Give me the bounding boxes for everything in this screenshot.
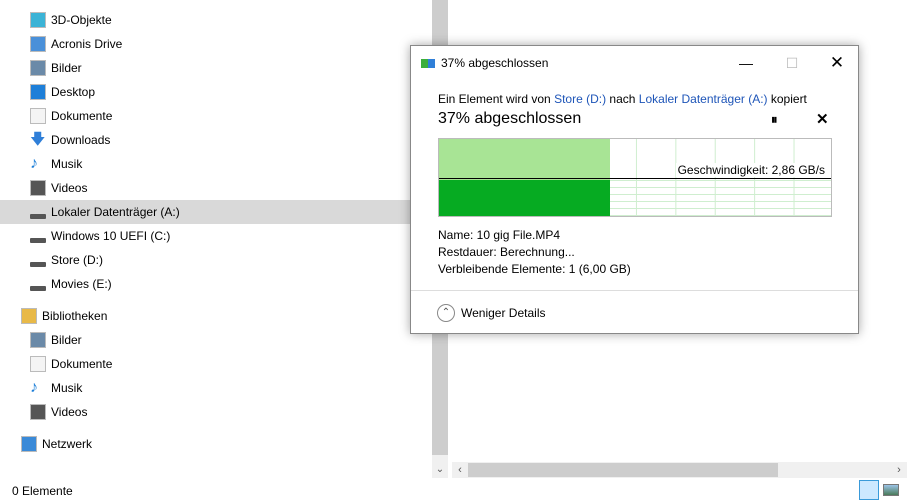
- less-details-button[interactable]: ⌃ Weniger Details: [437, 304, 545, 322]
- description-text: kopiert: [770, 92, 807, 106]
- nav-item-label: Bilder: [51, 61, 82, 75]
- nav-item-label: Musik: [51, 381, 83, 395]
- nav-item[interactable]: Videos: [0, 176, 432, 200]
- drive-icon: [30, 261, 46, 267]
- copy-icon: [421, 58, 435, 68]
- speed-line: [439, 178, 831, 179]
- nav-item[interactable]: Videos: [0, 400, 432, 424]
- maximize-button[interactable]: ☐: [769, 46, 815, 80]
- time-remaining: Restdauer: Berechnung...: [438, 245, 575, 259]
- nav-item[interactable]: Netzwerk: [0, 432, 432, 456]
- nav-item-label: 3D-Objekte: [51, 13, 112, 27]
- cloud-drive-icon: [30, 36, 46, 52]
- horizontal-scroll-thumb[interactable]: [468, 463, 778, 477]
- pictures-icon: [30, 332, 46, 348]
- nav-item[interactable]: Bilder: [0, 328, 432, 352]
- nav-item[interactable]: 3D-Objekte: [0, 8, 432, 32]
- videos-icon: [30, 404, 46, 420]
- nav-item[interactable]: Bilder: [0, 56, 432, 80]
- horizontal-scrollbar[interactable]: ‹ ›: [452, 462, 907, 478]
- nav-item[interactable]: ♪ Musik: [0, 152, 432, 176]
- cancel-copy-button[interactable]: ✕: [816, 110, 829, 128]
- copy-description: Ein Element wird von Store (D:) nach Lok…: [438, 92, 807, 106]
- nav-item-label: Dokumente: [51, 109, 113, 123]
- documents-icon: [30, 108, 46, 124]
- large-icons-view-icon[interactable]: [883, 484, 899, 496]
- nav-item[interactable]: ♪ Musik: [0, 376, 432, 400]
- drive-icon: [30, 285, 46, 291]
- nav-item[interactable]: Dokumente: [0, 352, 432, 376]
- nav-item-label: Videos: [51, 405, 88, 419]
- nav-item-label: Dokumente: [51, 357, 113, 371]
- nav-item-label: Netzwerk: [42, 437, 93, 451]
- pictures-icon: [30, 60, 46, 76]
- copy-progress-dialog: 37% abgeschlossen — ☐ ✕ Ein Element wird…: [410, 45, 859, 334]
- nav-item-label: Musik: [51, 157, 83, 171]
- nav-item[interactable]: Store (D:): [0, 248, 432, 272]
- nav-item-label: Movies (E:): [51, 277, 112, 291]
- windows-drive-icon: [30, 237, 46, 243]
- nav-item-label: Desktop: [51, 85, 96, 99]
- network-icon: [21, 436, 37, 452]
- libraries-icon: [21, 308, 37, 324]
- dialog-title: 37% abgeschlossen: [441, 56, 549, 70]
- less-details-label: Weniger Details: [461, 306, 546, 320]
- minimize-button[interactable]: —: [723, 46, 769, 80]
- nav-item[interactable]: Dokumente: [0, 104, 432, 128]
- description-text: Ein Element wird von: [438, 92, 551, 106]
- scroll-down-arrow[interactable]: ⌄: [432, 462, 448, 478]
- scroll-right-arrow[interactable]: ›: [891, 462, 907, 478]
- nav-item-label: Videos: [51, 181, 88, 195]
- progress-heading: 37% abgeschlossen: [438, 110, 582, 127]
- view-switcher: [859, 480, 899, 500]
- source-link[interactable]: Store (D:): [554, 92, 606, 106]
- nav-item-label: Windows 10 UEFI (C:): [51, 229, 171, 243]
- items-remaining: Verbleibende Elemente: 1 (6,00 GB): [438, 262, 631, 276]
- nav-item[interactable]: Acronis Drive: [0, 32, 432, 56]
- pause-button[interactable]: ⏸: [771, 112, 778, 128]
- status-item-count: 0 Elemente: [12, 484, 73, 498]
- nav-item-label: Bibliotheken: [42, 309, 108, 323]
- desktop-icon: [30, 84, 46, 100]
- drive-icon: [30, 213, 46, 219]
- nav-item-label: Acronis Drive: [51, 37, 123, 51]
- close-button[interactable]: ✕: [814, 46, 860, 80]
- documents-icon: [30, 356, 46, 372]
- speed-graph: Geschwindigkeit: 2,86 GB/s: [438, 138, 832, 217]
- music-icon: ♪: [30, 155, 38, 172]
- nav-item-label: Downloads: [51, 133, 111, 147]
- music-icon: ♪: [30, 379, 38, 396]
- nav-item-label: Store (D:): [51, 253, 104, 267]
- description-text: nach: [609, 92, 636, 106]
- nav-item[interactable]: Movies (E:): [0, 272, 432, 296]
- nav-item[interactable]: Lokaler Datenträger (A:): [0, 200, 432, 224]
- chevron-up-icon: ⌃: [437, 304, 455, 322]
- nav-item-label: Bilder: [51, 333, 82, 347]
- videos-icon: [30, 180, 46, 196]
- nav-item-label: Lokaler Datenträger (A:): [51, 205, 180, 219]
- details-view-icon[interactable]: [859, 480, 879, 500]
- dialog-footer: ⌃ Weniger Details: [411, 290, 858, 335]
- file-name: Name: 10 gig File.MP4: [438, 228, 561, 242]
- destination-link[interactable]: Lokaler Datenträger (A:): [639, 92, 768, 106]
- nav-item[interactable]: Windows 10 UEFI (C:): [0, 224, 432, 248]
- 3d-objects-icon: [30, 12, 46, 28]
- speed-label: Geschwindigkeit: 2,86 GB/s: [675, 163, 827, 177]
- navigation-pane: 3D-Objekte Acronis Drive Bilder Desktop Doku…: [0, 0, 432, 462]
- speed-area: [439, 180, 611, 216]
- nav-item[interactable]: Desktop: [0, 80, 432, 104]
- nav-item[interactable]: 🡇 Downloads: [0, 128, 432, 152]
- scroll-left-arrow[interactable]: ‹: [452, 462, 468, 478]
- downloads-icon: 🡇: [30, 131, 46, 148]
- nav-item[interactable]: Bibliotheken: [0, 304, 432, 328]
